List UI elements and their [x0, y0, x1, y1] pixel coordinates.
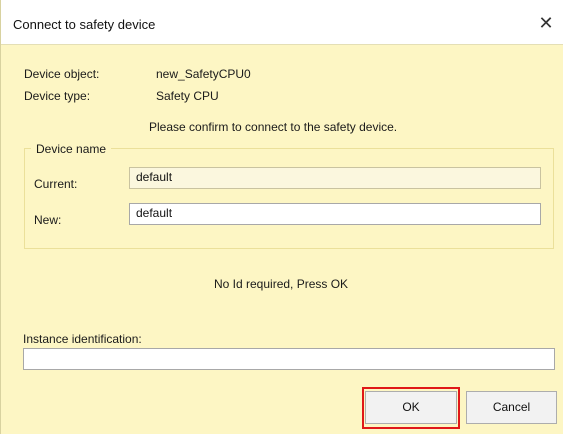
instance-identification-label: Instance identification:	[23, 332, 142, 346]
new-name-input[interactable]: default	[129, 203, 541, 225]
title-bar: Connect to safety device ✕	[1, 0, 563, 45]
ok-button-highlight	[362, 387, 460, 429]
dialog-title: Connect to safety device	[13, 17, 156, 32]
device-object-value: new_SafetyCPU0	[156, 67, 251, 81]
instance-identification-input[interactable]	[23, 348, 555, 370]
device-type-label: Device type:	[24, 89, 91, 103]
confirm-message: Please confirm to connect to the safety …	[149, 120, 398, 134]
current-name-label: Current:	[34, 177, 78, 191]
device-type-value: Safety CPU	[156, 89, 219, 103]
close-button[interactable]: ✕	[532, 10, 560, 36]
connect-safety-device-dialog: Connect to safety device ✕ Device object…	[0, 0, 563, 434]
device-name-group-legend: Device name	[31, 142, 112, 156]
device-object-label: Device object:	[24, 67, 100, 81]
cancel-button[interactable]: Cancel	[466, 391, 557, 424]
current-name-field: default	[129, 167, 541, 189]
new-name-label: New:	[34, 213, 62, 227]
device-name-group	[24, 148, 554, 249]
status-message: No Id required, Press OK	[214, 277, 349, 291]
close-icon: ✕	[538, 13, 554, 33]
